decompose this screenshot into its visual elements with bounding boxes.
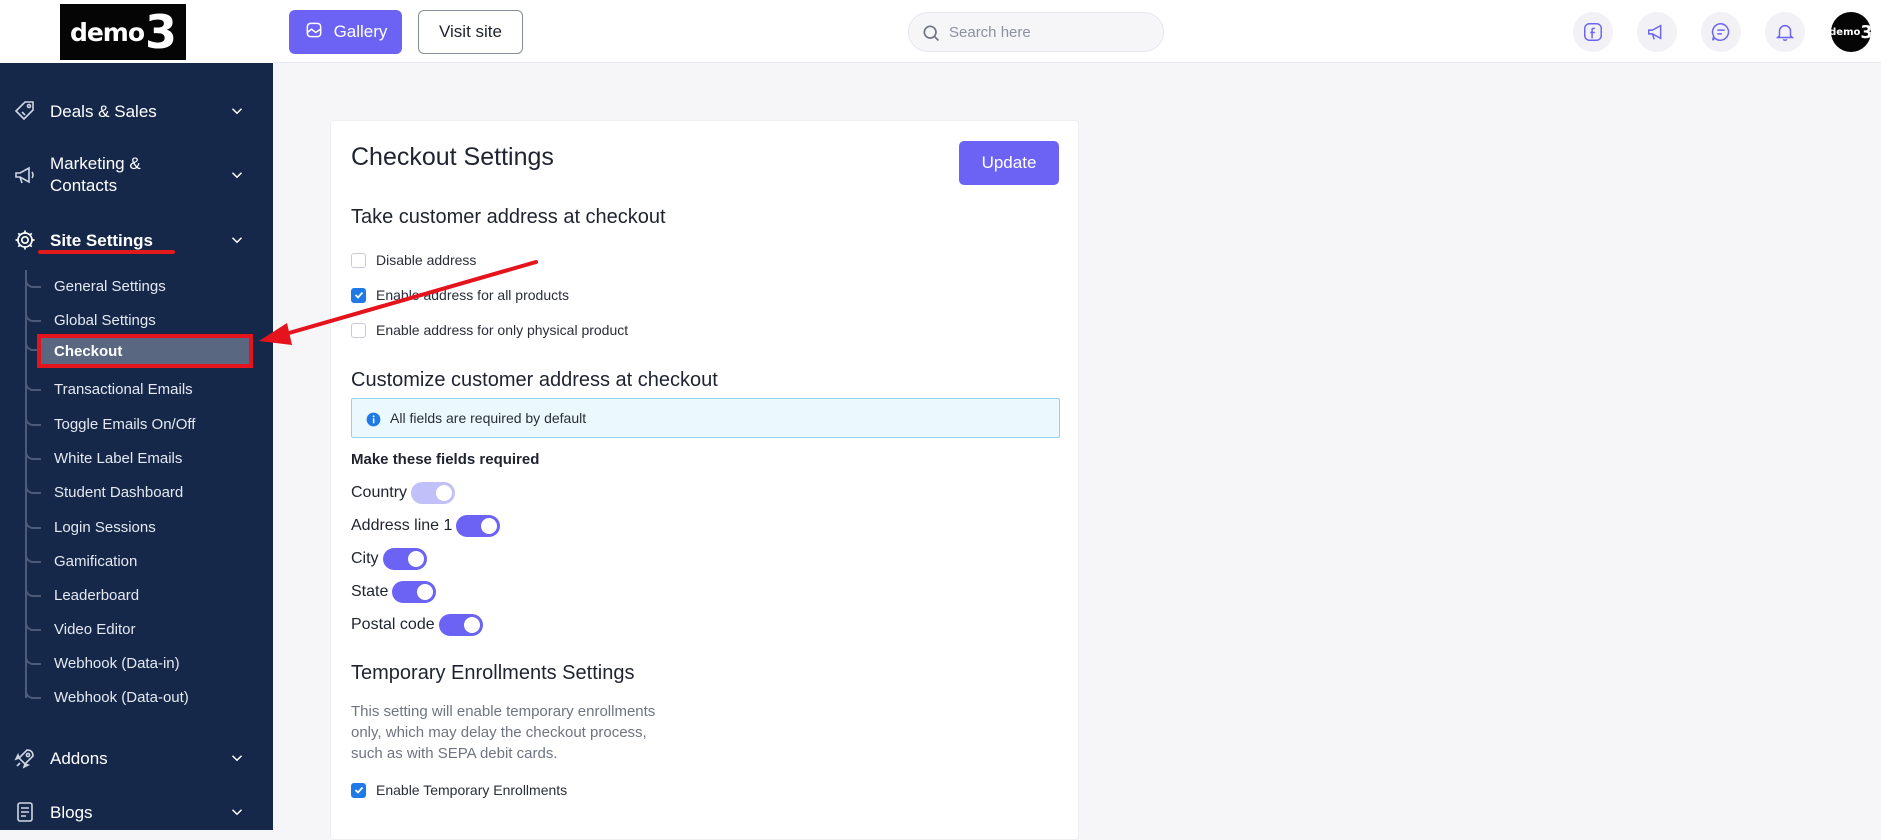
info-icon bbox=[366, 412, 381, 427]
country-required-toggle bbox=[411, 482, 456, 504]
chat-icon[interactable] bbox=[1701, 12, 1741, 52]
logo-bar: demo 3 bbox=[0, 0, 273, 63]
submenu-item-general-settings[interactable]: General Settings bbox=[25, 271, 255, 303]
submenu-item-leaderboard[interactable]: Leaderboard bbox=[25, 580, 255, 612]
chevron-down-icon[interactable] bbox=[228, 803, 246, 821]
sidebar: demo 3 Deals & Sales Marketing & Contact… bbox=[0, 0, 273, 830]
submenu-item-toggle-emails[interactable]: Toggle Emails On/Off bbox=[25, 409, 255, 441]
disable-address-option[interactable]: Disable address bbox=[351, 252, 476, 268]
gallery-button[interactable]: Gallery bbox=[289, 10, 402, 54]
submenu-item-video-editor[interactable]: Video Editor bbox=[25, 614, 255, 646]
chevron-down-icon[interactable] bbox=[228, 749, 246, 767]
city-required-row: City bbox=[351, 548, 427, 570]
checkbox[interactable] bbox=[351, 322, 366, 338]
sidebar-item-site-settings[interactable]: Site Settings bbox=[0, 229, 273, 251]
gallery-icon bbox=[304, 20, 324, 45]
postal-code-required-toggle[interactable] bbox=[438, 614, 483, 636]
checkbox[interactable] bbox=[351, 782, 366, 798]
checkbox[interactable] bbox=[351, 287, 366, 303]
checkout-settings-card: Checkout Settings Update Take customer a… bbox=[330, 120, 1079, 840]
required-fields-heading: Make these fields required bbox=[351, 451, 540, 468]
megaphone-icon bbox=[13, 163, 37, 187]
submenu-item-gamification[interactable]: Gamification bbox=[25, 546, 255, 578]
gear-icon bbox=[13, 228, 37, 252]
country-required-row: Country bbox=[351, 482, 456, 504]
submenu-item-white-label-emails[interactable]: White Label Emails bbox=[25, 443, 255, 475]
chevron-down-icon[interactable] bbox=[228, 102, 246, 120]
submenu-item-student-dashboard[interactable]: Student Dashboard bbox=[25, 477, 255, 509]
visit-site-button[interactable]: Visit site bbox=[418, 10, 523, 54]
sidebar-item-addons[interactable]: Addons bbox=[0, 747, 273, 769]
avatar[interactable]: demo 3 bbox=[1831, 12, 1871, 52]
megaphone-icon[interactable] bbox=[1637, 12, 1677, 52]
update-button[interactable]: Update bbox=[959, 141, 1059, 185]
temporary-description: This setting will enable temporary enrol… bbox=[351, 703, 656, 762]
address-line-required-toggle[interactable] bbox=[456, 515, 501, 537]
temporary-section-heading: Temporary Enrollments Settings bbox=[351, 662, 635, 684]
bell-icon[interactable] bbox=[1765, 12, 1805, 52]
sidebar-item-blogs[interactable]: Blogs bbox=[0, 801, 273, 823]
tag-icon bbox=[13, 99, 37, 123]
submenu-item-webhook-data-out[interactable]: Webhook (Data-out) bbox=[25, 682, 255, 714]
chevron-down-icon[interactable] bbox=[228, 166, 246, 184]
address-section-heading: Take customer address at checkout bbox=[351, 206, 666, 228]
submenu-item-checkout[interactable]: Checkout bbox=[25, 334, 255, 368]
enable-temporary-enrollments-option[interactable]: Enable Temporary Enrollments bbox=[351, 782, 567, 798]
document-icon bbox=[13, 800, 37, 824]
submenu-item-login-sessions[interactable]: Login Sessions bbox=[25, 512, 255, 544]
submenu-item-webhook-data-in[interactable]: Webhook (Data-in) bbox=[25, 648, 255, 680]
search-bar[interactable] bbox=[908, 12, 1164, 52]
enable-address-physical-option[interactable]: Enable address for only physical product bbox=[351, 322, 628, 338]
search-icon bbox=[921, 23, 941, 43]
state-required-row: State bbox=[351, 581, 437, 603]
submenu-item-global-settings[interactable]: Global Settings bbox=[25, 305, 255, 337]
address-line-required-row: Address line 1 bbox=[351, 515, 501, 537]
enable-address-all-option[interactable]: Enable address for all products bbox=[351, 287, 569, 303]
state-required-toggle[interactable] bbox=[392, 581, 437, 603]
logo[interactable]: demo 3 bbox=[60, 4, 186, 60]
sidebar-item-deals-sales[interactable]: Deals & Sales bbox=[0, 100, 273, 122]
info-alert: All fields are required by default bbox=[351, 398, 1060, 438]
chevron-down-icon[interactable] bbox=[228, 231, 246, 249]
city-required-toggle[interactable] bbox=[382, 548, 427, 570]
annotation-underline bbox=[38, 250, 175, 254]
sidebar-item-marketing-contacts[interactable]: Marketing & Contacts bbox=[0, 153, 273, 197]
submenu-item-transactional-emails[interactable]: Transactional Emails bbox=[25, 374, 255, 406]
customize-section-heading: Customize customer address at checkout bbox=[351, 369, 718, 391]
facebook-icon[interactable] bbox=[1573, 12, 1613, 52]
checkbox[interactable] bbox=[351, 252, 366, 268]
rocket-icon bbox=[13, 746, 37, 770]
search-input[interactable] bbox=[947, 13, 1157, 51]
top-bar: Gallery Visit site demo3 bbox=[273, 0, 1881, 63]
postal-code-required-row: Postal code bbox=[351, 614, 483, 636]
page-title: Checkout Settings bbox=[351, 143, 554, 171]
